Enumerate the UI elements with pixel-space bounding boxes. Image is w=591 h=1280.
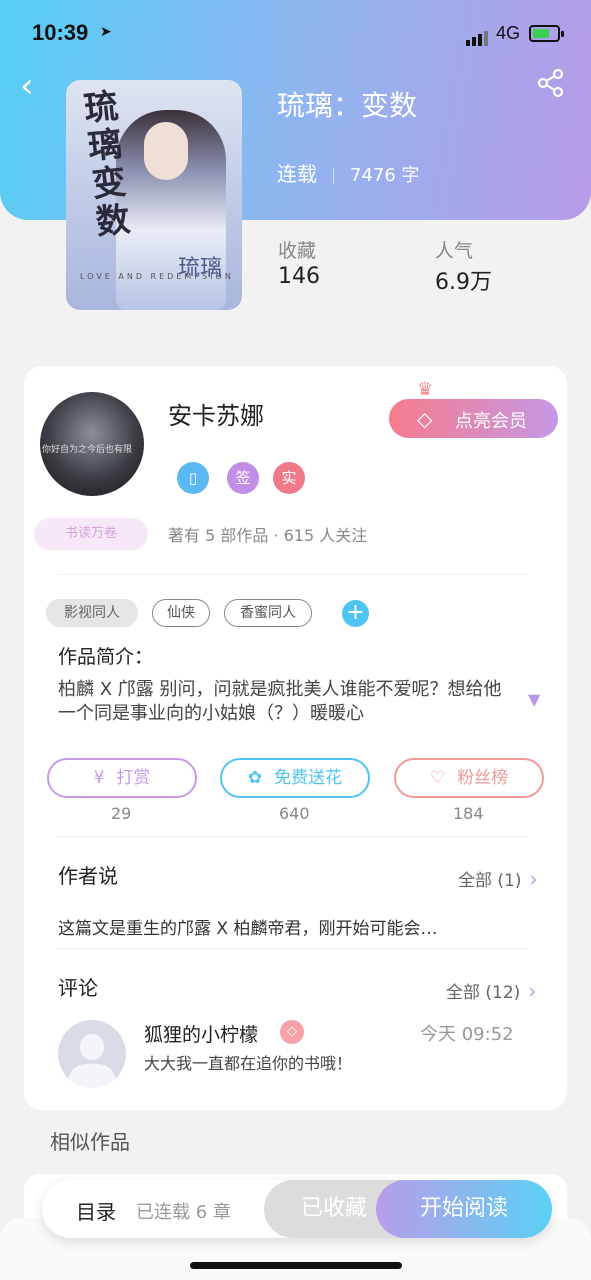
commenter-avatar[interactable] bbox=[58, 1020, 126, 1088]
status-time: 10:39 bbox=[32, 20, 89, 45]
send-flower-button[interactable]: ✿ 免费送花 bbox=[220, 758, 370, 798]
synopsis-text: 柏麟 X 邝露 别问，问就是疯批美人谁能不爱呢？想给他一个同是事业向的小姑娘（？… bbox=[58, 679, 502, 724]
chevron-right-icon: › bbox=[528, 979, 537, 1003]
author-says-all-link[interactable]: 全部 (1) › bbox=[458, 866, 537, 891]
favorites-label: 收藏 bbox=[278, 240, 317, 262]
popularity-label: 人气 bbox=[435, 240, 474, 262]
start-reading-button[interactable]: 开始阅读 bbox=[376, 1180, 552, 1238]
crown-icon: ♛ bbox=[417, 379, 434, 400]
activate-vip-button[interactable]: ♛ ◇ 点亮会员 bbox=[389, 379, 558, 438]
flower-icon: ✿ bbox=[247, 768, 263, 788]
comment-time: 今天 09:52 bbox=[420, 1024, 514, 1045]
avatar-caption: 你好自为之今后也有限 bbox=[42, 445, 133, 455]
user-heart-icon: ♡ bbox=[429, 768, 446, 788]
comments-title: 评论 bbox=[58, 976, 98, 1000]
fan-count: 184 bbox=[453, 804, 484, 823]
book-cover[interactable]: 琉璃变数 LOVE AND REDEMPSION 琉璃 bbox=[66, 80, 242, 310]
share-icon[interactable] bbox=[536, 68, 566, 102]
location-arrow-icon: ➤ bbox=[100, 24, 112, 40]
battery-icon bbox=[529, 25, 564, 42]
tag-2[interactable]: 仙侠 bbox=[152, 599, 210, 627]
cover-face bbox=[144, 122, 188, 180]
similar-works-title: 相似作品 bbox=[50, 1130, 130, 1154]
back-arrow-icon[interactable]: ‹ bbox=[20, 66, 34, 106]
chapter-count: 已连载 6 章 bbox=[136, 1202, 231, 1223]
real-badge-icon[interactable]: 实 bbox=[273, 462, 305, 494]
author-note-text[interactable]: 这篇文是重生的邝露 X 柏麟帝君，刚开始可能会… bbox=[58, 914, 437, 939]
synopsis-label: 作品简介： bbox=[58, 646, 154, 668]
author-says-title: 作者说 bbox=[58, 864, 118, 888]
signal-icon bbox=[466, 27, 490, 46]
comment-text: 大大我一直都在追你的书哦！ bbox=[144, 1054, 353, 1073]
commenter-name[interactable]: 狐狸的小柠檬 bbox=[144, 1020, 258, 1047]
author-avatar[interactable]: 你好自为之今后也有限 bbox=[40, 392, 144, 496]
divider bbox=[58, 948, 528, 949]
chevron-right-icon: › bbox=[529, 867, 538, 891]
coin-icon: ¥ bbox=[93, 768, 105, 788]
vip-diamond-icon: ◇ bbox=[280, 1020, 304, 1044]
divider bbox=[58, 836, 528, 837]
reader-badge[interactable]: 书读万卷 bbox=[34, 518, 148, 550]
tip-button[interactable]: ¥ 打赏 bbox=[47, 758, 197, 798]
divider bbox=[58, 574, 528, 575]
status-bar: 10:39 ➤ 4G bbox=[0, 0, 591, 70]
serial-status: 连载 bbox=[277, 162, 317, 186]
comments-all-label: 全部 (12) bbox=[446, 983, 521, 1003]
author-stats: 著有 5 部作品 · 615 人关注 bbox=[168, 526, 368, 545]
author-name[interactable]: 安卡苏娜 bbox=[168, 396, 264, 431]
network-label: 4G bbox=[496, 23, 521, 43]
home-indicator bbox=[190, 1262, 402, 1269]
cover-stamp: 琉璃 bbox=[178, 256, 223, 281]
flower-label: 免费送花 bbox=[274, 768, 343, 788]
sign-badge-icon[interactable]: 签 bbox=[227, 462, 259, 494]
tag-1[interactable]: 影视同人 bbox=[46, 599, 138, 627]
tip-count: 29 bbox=[111, 804, 132, 823]
comments-all-link[interactable]: 全部 (12) › bbox=[446, 978, 536, 1003]
book-status-line: 连载 7476 字 bbox=[277, 158, 420, 187]
phone-badge-icon[interactable]: ▯ bbox=[177, 462, 209, 494]
fan-rank-label: 粉丝榜 bbox=[457, 768, 509, 788]
author-says-all-label: 全部 (1) bbox=[458, 871, 522, 891]
word-count: 7476 字 bbox=[350, 165, 420, 186]
flower-count: 640 bbox=[279, 804, 310, 823]
diamond-icon: ◇ bbox=[417, 407, 433, 431]
popularity-value: 6.9万 bbox=[435, 270, 492, 295]
favorites-value: 146 bbox=[278, 264, 320, 289]
fan-rank-button[interactable]: ♡ 粉丝榜 bbox=[394, 758, 544, 798]
cover-title-art: 琉璃变数 bbox=[82, 86, 132, 243]
toc-button[interactable]: 目录 bbox=[76, 1196, 116, 1225]
tip-label: 打赏 bbox=[116, 768, 151, 788]
vip-button-label: 点亮会员 bbox=[455, 411, 527, 432]
tag-3[interactable]: 香蜜同人 bbox=[224, 599, 312, 627]
book-title: 琉璃：变数 bbox=[277, 89, 418, 122]
add-tag-icon[interactable]: + bbox=[342, 600, 369, 627]
chevron-down-icon[interactable]: ▼ bbox=[528, 690, 540, 709]
